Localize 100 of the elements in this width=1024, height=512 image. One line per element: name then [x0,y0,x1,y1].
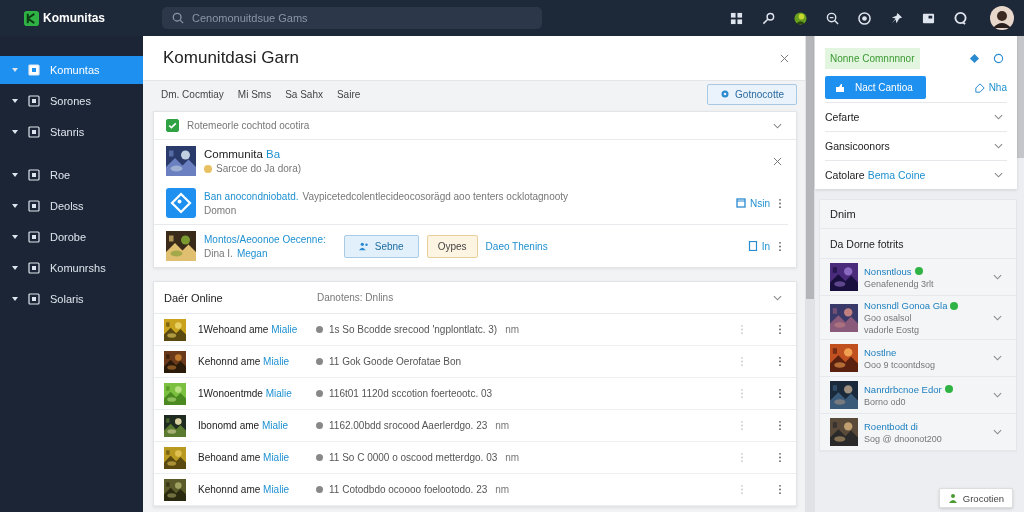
options-button[interactable]: Oypes [426,234,478,258]
chevron-icon[interactable] [994,172,1003,178]
caret-icon [12,99,18,103]
scrollbar[interactable] [1017,36,1024,158]
chevron-icon[interactable] [994,143,1003,149]
player-name: Nonsndl Gonoa Gla [864,300,948,311]
more-icon[interactable] [778,484,782,495]
sidebar-item[interactable]: Komunrshs [0,254,143,282]
sidebar-item[interactable]: Deolss [0,192,143,220]
sidebar-item[interactable]: Stanris [0,118,143,146]
caret-icon [12,204,18,208]
card-header: Rotemeorle cochtod ocotira [187,120,310,131]
status-dot [316,454,323,461]
player-item[interactable]: Roentbodt di Sog @ dnoonot200 [820,414,1016,451]
tag-icon [166,188,196,218]
player-item[interactable]: Nonsndl Gonoa Gla Goo osalsol vadorle Eostg [820,296,1016,340]
user-avatar[interactable] [990,6,1014,30]
chevron-icon[interactable] [993,429,1002,435]
join-link[interactable]: In [747,240,770,252]
time-text: nm [505,452,520,463]
community-name: Communita Ba [204,148,282,160]
player-name: Nonsntlous [864,265,912,277]
accordion-item[interactable]: Gansicoonors [825,131,1007,160]
tab[interactable]: Sa Sahx [285,86,323,102]
section-subtitle: Danotens: Dnlins [317,292,394,303]
player-name: Nanrdrbcnoe Edor [864,383,942,395]
activity-text: 11 Cotodbdo ocoooo foelootodo. 23 [329,484,488,495]
chevron-icon[interactable] [993,355,1002,361]
chevron-icon[interactable] [773,122,782,129]
caret-icon [12,68,18,72]
open-link[interactable]: Nsin [736,197,770,209]
share-button[interactable]: Sebne [343,234,419,258]
game-avatar-icon[interactable] [794,11,807,25]
more-icon[interactable] [778,452,782,463]
player-item[interactable]: Nonsntlous Genafenendg 3rlt [820,259,1016,296]
chevron-icon[interactable] [993,314,1002,321]
accordion-label: Cefarte [825,111,860,123]
chevron-icon[interactable] [993,274,1002,280]
list-title: Da Dorne fotrits [820,229,1016,259]
accordion-label: Gansicoonors [825,140,890,152]
logo-icon[interactable] [24,10,39,26]
diamond-icon[interactable] [969,53,980,64]
chevron-icon[interactable] [993,392,1002,398]
player-item[interactable]: Nanrdrbcnoe Edor Borno od0 [820,377,1016,414]
activity-text: 11 Gok Goode Oerofatae Bon [329,356,462,367]
status-dot [204,164,212,173]
player-item[interactable]: Nostlne Ooo 9 tcoontdsog [820,340,1016,377]
zoom-icon[interactable] [826,11,839,25]
more-icon[interactable] [778,324,782,335]
search-field[interactable]: Cenomonuitdsue Gams [162,7,542,29]
action-button[interactable]: Gotnocotte [707,83,797,105]
more-icon[interactable] [778,420,782,431]
accordion-item[interactable]: Cefarte [825,102,1007,131]
caret-icon [12,130,18,134]
tag-icon [974,82,985,93]
floating-button[interactable]: Grocotien [938,488,1013,508]
member-name: Behoand ame Mialie [198,452,291,463]
tab[interactable]: Mi Sms [237,86,272,102]
sidebar-item[interactable]: Roe [0,161,143,189]
search-icon [172,12,184,24]
close-icon[interactable] [780,53,789,63]
more-icon[interactable] [778,388,782,399]
sidebar-item[interactable]: Solaris [0,285,143,313]
sidebar-item[interactable]: Sorones [0,87,143,115]
checkbox[interactable] [166,119,179,132]
side-link[interactable]: Nha [974,82,1007,93]
sidebar-item[interactable]: Dorobe [0,223,143,251]
person-icon [947,493,958,503]
panel-heading: Dnim [820,200,1016,229]
more-icon[interactable] [778,197,782,209]
chevron-icon[interactable] [994,114,1003,120]
page-icon [736,198,746,208]
accordion-item[interactable]: Catolare Bema Coine [825,160,1007,189]
gear-icon [720,89,731,99]
close-icon[interactable] [773,156,782,166]
chevron-icon[interactable] [773,294,782,301]
community-status: Sarcoe do Ja dora) [216,163,302,174]
grid-icon[interactable] [730,11,743,25]
activity-text: 1s So Bcodde srecood 'ngplontlatc. 3) [329,324,498,335]
status-dot [316,486,323,493]
player-name: Nostlne [864,346,897,358]
more-icon[interactable] [778,356,782,367]
tab[interactable]: Saire [336,86,361,102]
player-status: Borno od0 [864,396,907,407]
scrollbar[interactable] [806,36,814,299]
more-icon[interactable] [778,240,782,252]
details-link[interactable]: Daeo Thenins [485,240,548,252]
image-icon[interactable] [922,11,935,25]
tab[interactable]: Dm. Cocmtiay [161,86,224,102]
chat-icon[interactable] [954,11,967,25]
invite-name: Dina I. Megan [204,247,269,259]
logo-text[interactable]: Komunitas [43,11,105,25]
caret-icon [12,266,18,270]
time-text: nm [495,484,510,495]
status-dot [316,358,323,365]
status-dot [316,422,323,429]
notice-text: Ban anocondniobatd. Vaypicetedcolentlecideocosorägd aoo tenters ocklotagnooty [204,190,569,202]
section-title: Daér Online [164,291,224,304]
player-status: Goo osalsol [864,313,913,323]
caret-icon [12,297,18,301]
